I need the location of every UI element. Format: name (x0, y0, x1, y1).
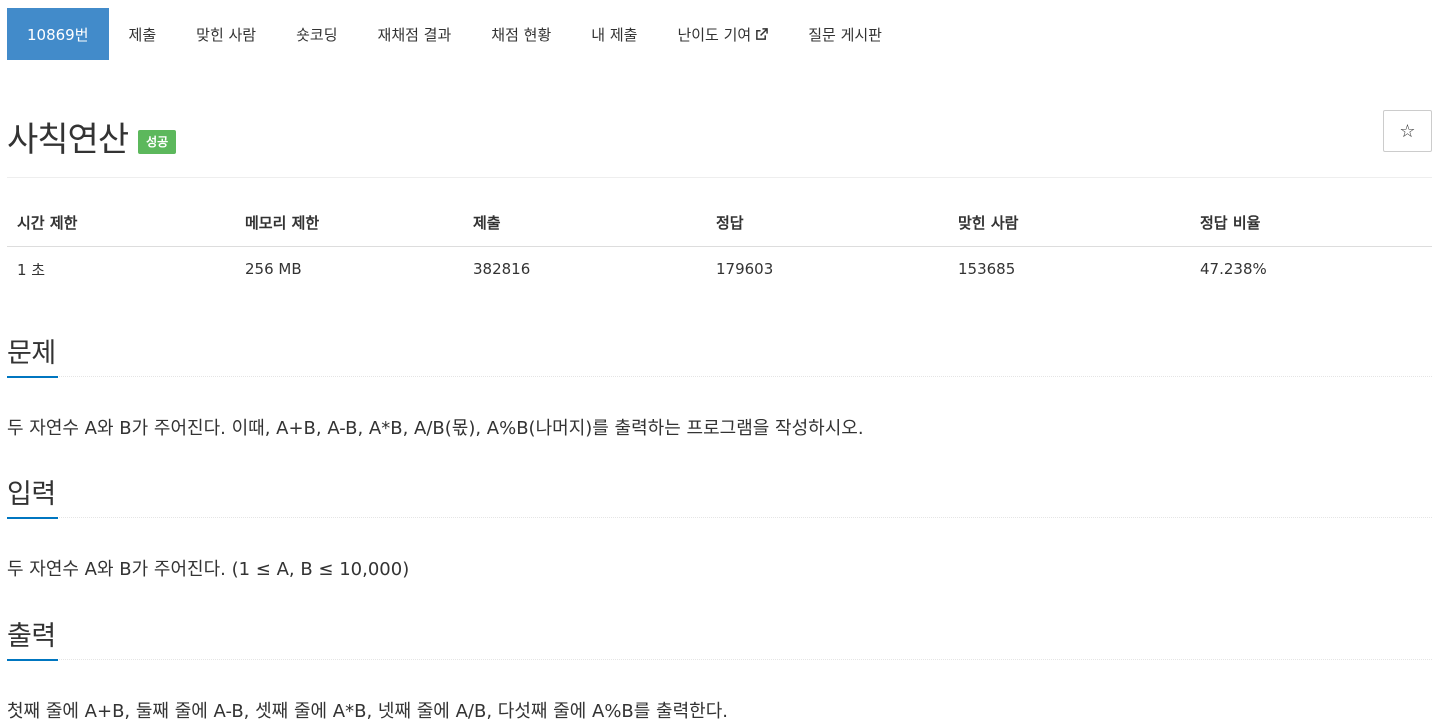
tab-short-coding[interactable]: 숏코딩 (276, 8, 357, 60)
tab-my-submissions[interactable]: 내 제출 (571, 8, 657, 60)
info-header-row: 시간 제한 메모리 제한 제출 정답 맞힌 사람 정답 비율 (7, 200, 1432, 247)
value-accepted: 179603 (716, 260, 774, 278)
input-section: 입력 두 자연수 A와 B가 주어진다. (1 ≤ A, B ≤ 10,000) (7, 472, 1432, 581)
value-memory-limit: 256 MB (245, 260, 302, 278)
star-icon: ☆ (1399, 120, 1416, 142)
star-button[interactable]: ☆ (1383, 110, 1432, 152)
output-headline: 출력 (7, 614, 1432, 661)
title-row: 사칙연산 성공 (7, 112, 177, 161)
header-submissions: 제출 (463, 200, 706, 247)
header-solved-people: 맞힌 사람 (948, 200, 1190, 247)
value-accept-ratio: 47.238% (1200, 260, 1267, 278)
tab-problem-number[interactable]: 10869번 (7, 8, 109, 60)
tab-rejudge[interactable]: 재채점 결과 (358, 8, 472, 60)
header-memory-limit: 메모리 제한 (235, 200, 463, 247)
input-text: 두 자연수 A와 B가 주어진다. (1 ≤ A, B ≤ 10,000) (7, 559, 410, 580)
input-headline: 입력 (7, 472, 1432, 519)
header-time-limit: 시간 제한 (7, 200, 235, 247)
headline-divider (7, 659, 1432, 660)
status-badge: 성공 (138, 129, 177, 154)
description-headline: 문제 (7, 331, 1432, 378)
value-solved-people: 153685 (958, 260, 1016, 278)
tab-submit[interactable]: 제출 (109, 8, 177, 60)
description-section: 문제 두 자연수 A와 B가 주어진다. 이때, A+B, A-B, A*B, … (7, 331, 1432, 440)
description-text: 두 자연수 A와 B가 주어진다. 이때, A+B, A-B, A*B, A/B… (7, 418, 864, 439)
headline-accent (7, 659, 58, 661)
problem-info-table: 시간 제한 메모리 제한 제출 정답 맞힌 사람 정답 비율 1 초 256 M… (7, 200, 1432, 292)
output-title: 출력 (7, 621, 56, 652)
tab-solved-people[interactable]: 맞힌 사람 (176, 8, 276, 60)
info-value-row: 1 초 256 MB 382816 179603 153685 47.238% (7, 246, 1432, 292)
tab-judge-status[interactable]: 채점 현황 (471, 8, 571, 60)
title-divider (7, 177, 1432, 178)
output-text: 첫째 줄에 A+B, 둘째 줄에 A-B, 셋째 줄에 A*B, 넷째 줄에 A… (7, 701, 729, 722)
problem-nav: 10869번 제출 맞힌 사람 숏코딩 재채점 결과 채점 현황 내 제출 난이… (7, 8, 902, 60)
tab-difficulty-label: 난이도 기여 (677, 25, 752, 44)
value-time-limit: 1 초 (17, 260, 46, 279)
tab-difficulty[interactable]: 난이도 기여 (657, 8, 788, 60)
header-accepted: 정답 (706, 200, 948, 247)
tab-board[interactable]: 질문 게시판 (788, 8, 902, 60)
external-link-icon (756, 27, 769, 40)
headline-accent (7, 517, 58, 519)
headline-accent (7, 376, 58, 378)
headline-divider (7, 517, 1432, 518)
headline-divider (7, 376, 1432, 377)
header-accept-ratio: 정답 비율 (1190, 200, 1432, 247)
input-title: 입력 (7, 479, 56, 510)
page-title: 사칙연산 (7, 120, 129, 160)
output-section: 출력 첫째 줄에 A+B, 둘째 줄에 A-B, 셋째 줄에 A*B, 넷째 줄… (7, 614, 1432, 723)
value-submissions: 382816 (473, 260, 531, 278)
description-title: 문제 (7, 338, 56, 369)
